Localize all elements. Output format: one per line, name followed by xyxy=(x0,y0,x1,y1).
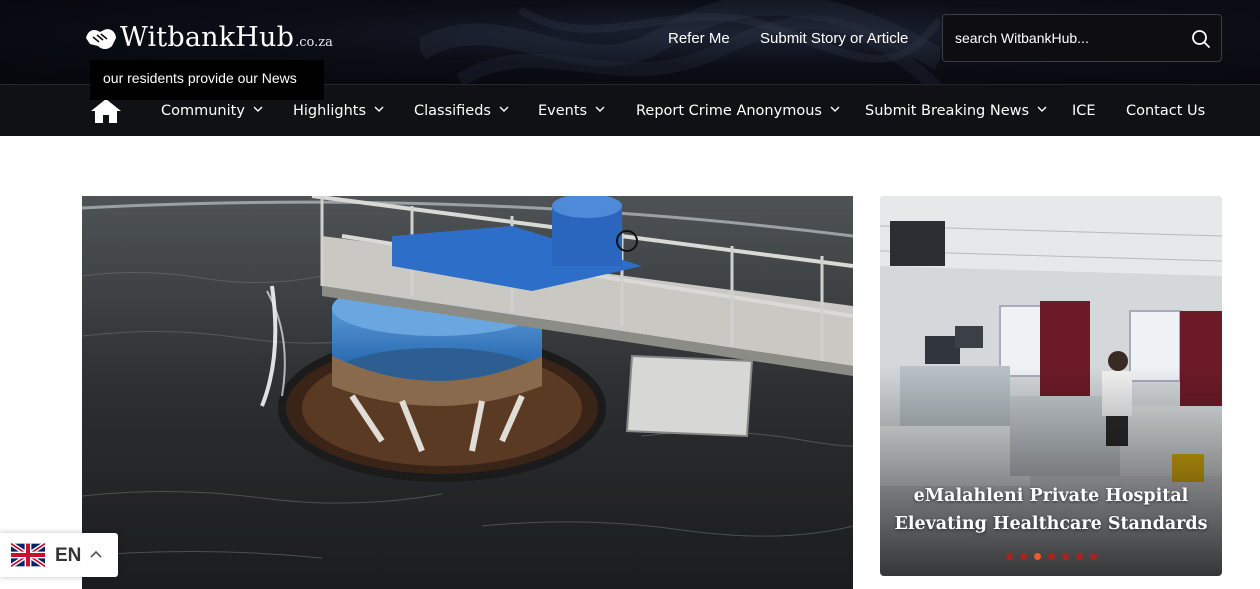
search-input[interactable] xyxy=(943,15,1183,61)
slide-caption-line-2: Elevating Healthcare Standards xyxy=(894,514,1208,534)
slider-dot[interactable] xyxy=(1089,553,1097,560)
logo-text: WitbankHub xyxy=(120,22,295,53)
slider-dot[interactable] xyxy=(1005,553,1013,560)
featured-article-image[interactable] xyxy=(82,196,853,589)
chevron-down-icon xyxy=(374,106,384,112)
search-icon[interactable] xyxy=(1189,27,1213,51)
nav-item-submit-breaking-news[interactable]: Submit Breaking News xyxy=(865,85,1047,137)
nav-item-label: Events xyxy=(538,103,588,119)
site-logo[interactable]: WitbankHub .co.za xyxy=(84,24,333,52)
refer-me-link[interactable]: Refer Me xyxy=(668,30,730,47)
logo-domain: .co.za xyxy=(295,35,333,50)
slide-caption-line-1: eMalahleni Private Hospital xyxy=(913,486,1189,506)
nav-item-label: Report Crime Anonymous xyxy=(636,103,822,119)
slider-pagination xyxy=(880,553,1222,560)
uk-flag-icon xyxy=(11,543,45,567)
chevron-down-icon xyxy=(595,106,605,112)
chevron-down-icon xyxy=(830,106,840,112)
chevron-down-icon xyxy=(253,106,263,112)
water-treatment-photo xyxy=(82,196,853,589)
nav-item-classifieds[interactable]: Classifieds xyxy=(414,85,509,137)
nav-item-contact-us[interactable]: Contact Us xyxy=(1126,85,1205,137)
slider-dot-active[interactable] xyxy=(1033,553,1041,560)
home-icon[interactable] xyxy=(90,98,122,124)
nav-item-label: Classifieds xyxy=(414,103,491,119)
nav-item-label: Submit Breaking News xyxy=(865,103,1030,119)
slider-dot[interactable] xyxy=(1061,553,1069,560)
search-box xyxy=(942,14,1222,62)
slider-dot[interactable] xyxy=(1047,553,1055,560)
chevron-down-icon xyxy=(1037,106,1047,112)
nav-item-report-crime[interactable]: Report Crime Anonymous xyxy=(636,85,840,137)
language-switcher[interactable]: EN xyxy=(0,533,118,577)
slider-dot[interactable] xyxy=(1019,553,1027,560)
submit-story-link[interactable]: Submit Story or Article xyxy=(760,30,908,47)
nav-item-label: Contact Us xyxy=(1126,103,1206,119)
nav-item-ice[interactable]: ICE xyxy=(1072,85,1096,137)
site-tagline: our residents provide our News xyxy=(90,60,324,100)
nav-item-label: Highlights xyxy=(293,103,367,119)
nav-item-label: ICE xyxy=(1072,103,1096,119)
handshake-logo-icon xyxy=(86,29,116,49)
chevron-down-icon xyxy=(499,106,509,112)
nav-item-events[interactable]: Events xyxy=(538,85,605,137)
news-slider[interactable]: eMalahleni Private Hospital Elevating He… xyxy=(880,196,1222,576)
slider-dot[interactable] xyxy=(1075,553,1083,560)
chevron-up-icon xyxy=(90,550,102,558)
language-code: EN xyxy=(55,545,82,566)
slide-caption[interactable]: eMalahleni Private Hospital Elevating He… xyxy=(880,482,1222,538)
nav-item-label: Community xyxy=(161,103,245,119)
